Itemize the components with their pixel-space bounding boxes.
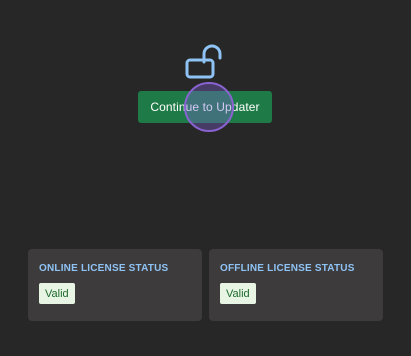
continue-to-updater-button[interactable]: Continue to Updater <box>138 91 272 123</box>
offline-license-status-badge: Valid <box>220 283 256 304</box>
updater-license-screen: Continue to Updater ONLINE LICENSE STATU… <box>0 0 411 356</box>
unlocked-padlock-icon <box>184 44 226 80</box>
online-license-status-badge: Valid <box>39 283 75 304</box>
offline-license-card: OFFLINE LICENSE STATUS Valid <box>209 249 383 321</box>
online-license-card: ONLINE LICENSE STATUS Valid <box>28 249 202 321</box>
online-license-title: ONLINE LICENSE STATUS <box>39 263 169 274</box>
offline-license-title: OFFLINE LICENSE STATUS <box>220 263 355 274</box>
